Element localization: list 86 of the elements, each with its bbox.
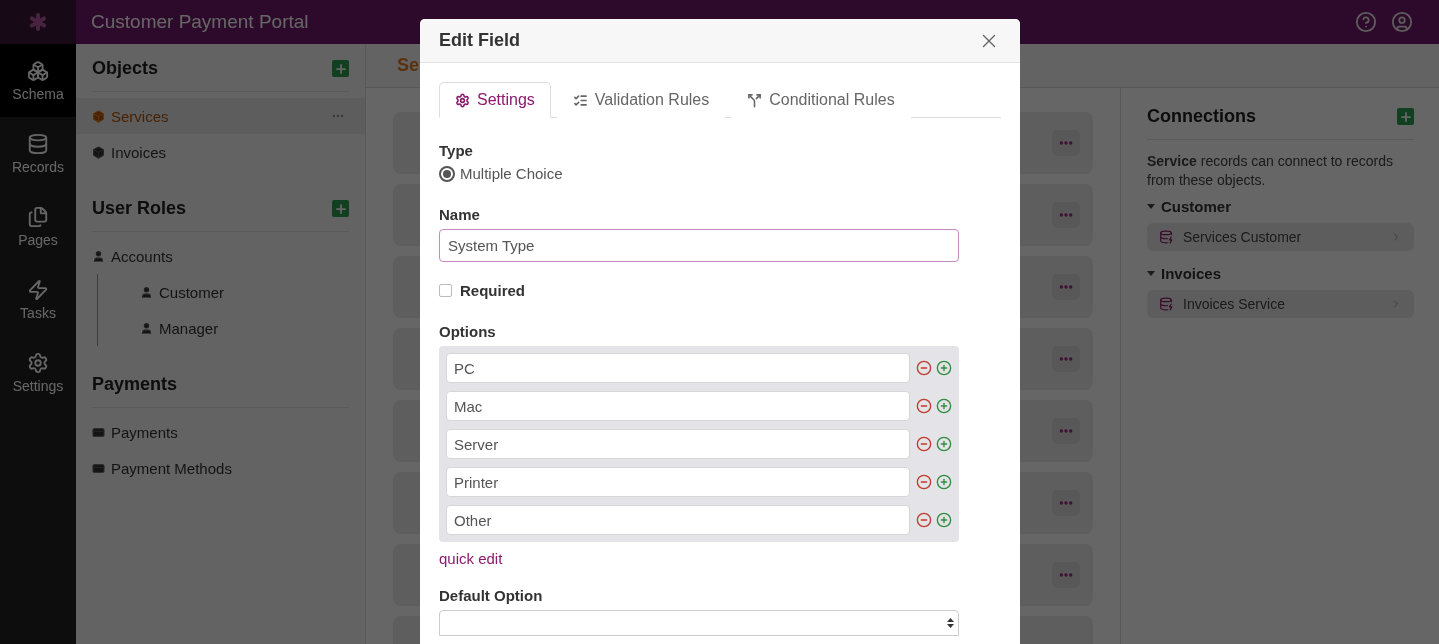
more-button[interactable] — [1052, 490, 1080, 516]
name-field[interactable]: System Type — [439, 229, 959, 262]
more-button[interactable] — [1052, 418, 1080, 444]
more-button[interactable] — [1052, 562, 1080, 588]
nav-item[interactable]: Tasks — [0, 263, 76, 336]
plus-icon — [1398, 109, 1413, 124]
nav-item[interactable]: Settings — [0, 336, 76, 409]
user-icon[interactable] — [1391, 11, 1413, 33]
option-field[interactable]: Printer — [446, 467, 911, 497]
nav-item[interactable]: Schema — [0, 44, 76, 117]
select-arrows-icon — [947, 617, 954, 629]
add-button[interactable] — [332, 60, 349, 77]
plus-icon — [333, 201, 348, 216]
option-field[interactable]: Other — [446, 505, 911, 535]
quick-edit-link[interactable]: quick edit — [439, 550, 503, 567]
add-icon[interactable] — [936, 398, 952, 414]
help-icon[interactable] — [1355, 11, 1377, 33]
database-icon — [1159, 230, 1173, 244]
connection-item[interactable]: Invoices Service — [1147, 290, 1414, 318]
connections-title: Connections — [1147, 106, 1256, 127]
nav-item[interactable]: Pages — [0, 190, 76, 263]
remove-icon[interactable] — [916, 512, 933, 528]
settings-icon — [27, 351, 49, 374]
field-label: Default Option — [439, 587, 544, 604]
more-button[interactable] — [1052, 130, 1080, 156]
group-title: Invoices — [1161, 265, 1222, 282]
checklist-icon — [572, 92, 588, 108]
remove-icon[interactable] — [916, 436, 933, 452]
pages-icon — [27, 205, 49, 228]
add-icon[interactable] — [936, 512, 952, 528]
credit-card-icon — [92, 461, 105, 475]
sidebar-item[interactable]: Payment Methods — [76, 450, 365, 486]
option-field[interactable]: Mac — [446, 391, 911, 421]
page-title: Se — [397, 55, 420, 76]
branch-icon — [747, 92, 763, 108]
sidebar-item[interactable]: Accounts — [76, 238, 365, 274]
section-title: User Roles — [92, 198, 187, 219]
remove-icon[interactable] — [916, 360, 933, 376]
option-field[interactable]: PC — [446, 353, 911, 383]
add-icon[interactable] — [936, 474, 952, 490]
section-title: Payments — [92, 374, 178, 395]
field-label: Options — [439, 323, 497, 340]
caret-icon[interactable] — [1147, 271, 1155, 276]
sidebar-item[interactable]: Payments — [76, 414, 365, 450]
sidebar-item[interactable]: Invoices — [76, 134, 365, 170]
option-field[interactable]: Server — [446, 429, 911, 459]
field-label: Name — [439, 206, 481, 223]
sidebar-item[interactable]: Manager — [98, 310, 365, 346]
user-icon — [140, 321, 153, 335]
add-button[interactable] — [332, 200, 349, 217]
credit-card-icon — [92, 425, 105, 439]
tasks-icon — [27, 278, 49, 301]
remove-icon[interactable] — [916, 398, 933, 414]
sidebar-item[interactable]: Customer — [98, 274, 365, 310]
description: Service records can connect to records from these objects. — [1147, 152, 1394, 190]
add-button[interactable] — [1397, 108, 1414, 125]
app-title: Customer Payment Portal — [91, 11, 309, 33]
modal-title: Edit Field — [439, 30, 520, 51]
checkbox-label: Required — [460, 282, 525, 299]
user-icon — [140, 285, 153, 299]
schema-icon — [27, 59, 49, 82]
checkbox[interactable] — [439, 284, 452, 297]
more-button[interactable] — [1052, 274, 1080, 300]
caret-icon[interactable] — [1147, 204, 1155, 209]
gear-icon — [455, 92, 470, 108]
user-icon — [92, 249, 105, 263]
plus-icon — [333, 61, 348, 76]
connection-item[interactable]: Services Customer — [1147, 223, 1414, 251]
group-title: Customer — [1161, 198, 1231, 215]
records-icon — [27, 132, 49, 155]
more-button[interactable] — [1052, 202, 1080, 228]
default-option-select[interactable] — [439, 610, 959, 636]
nav-item[interactable]: Records — [0, 117, 76, 190]
section-title: Objects — [92, 58, 159, 79]
add-icon[interactable] — [936, 436, 952, 452]
database-icon — [1159, 297, 1173, 311]
sidebar-item[interactable]: Services — [76, 98, 365, 134]
tab[interactable]: Settings — [439, 82, 551, 118]
cube-icon — [92, 109, 105, 123]
field-label: Type — [439, 142, 474, 159]
cube-icon — [92, 145, 105, 159]
radio-button[interactable] — [439, 165, 455, 182]
remove-icon[interactable] — [916, 474, 933, 490]
add-icon[interactable] — [936, 360, 952, 376]
more-button[interactable] — [1052, 346, 1080, 372]
radio-label: Multiple Choice — [460, 165, 563, 182]
